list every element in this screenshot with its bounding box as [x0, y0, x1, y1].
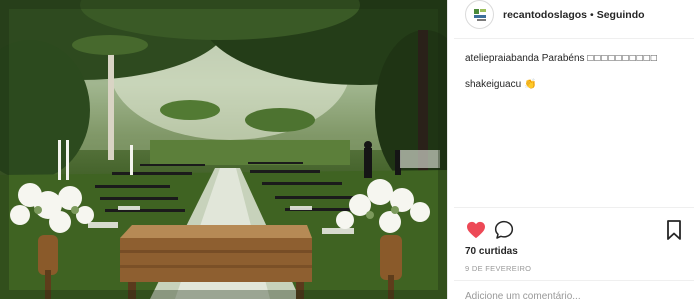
app-logo-icon: [473, 8, 486, 21]
header-divider: [454, 38, 694, 39]
comment-username[interactable]: ateliepraiabanda: [465, 53, 539, 64]
comment-item: ateliepraiabanda Parabéns □□□□□□□□□□: [465, 52, 691, 66]
comment-item: shakeiguacu 👏: [465, 78, 691, 92]
heart-icon: [467, 221, 485, 239]
post-header: recantodoslagos • Seguindo: [448, 0, 700, 30]
action-bar: [465, 219, 685, 241]
post-date: 9 DE FEVEREIRO: [465, 264, 532, 273]
bookmark-icon: [667, 220, 681, 240]
separator-dot: •: [590, 9, 594, 21]
save-button[interactable]: [663, 219, 685, 241]
comment-button[interactable]: [493, 219, 515, 241]
header-text: recantodoslagos • Seguindo: [503, 9, 645, 21]
avatar[interactable]: [465, 0, 494, 29]
comment-emoji: 👏: [523, 79, 537, 90]
wedding-scene-illustration: [0, 0, 447, 299]
comments-list: ateliepraiabanda Parabéns □□□□□□□□□□ sha…: [465, 52, 691, 104]
username-link[interactable]: recantodoslagos: [503, 9, 587, 21]
like-button[interactable]: [465, 219, 487, 241]
comment-divider: [454, 280, 694, 281]
actions-divider: [454, 207, 694, 208]
comment-icon: [494, 220, 514, 239]
comment-input[interactable]: [465, 288, 665, 299]
likes-count[interactable]: 70 curtidas: [465, 246, 518, 257]
comment-emoji: □□□□□□□□□□: [587, 53, 658, 64]
comment-username[interactable]: shakeiguacu: [465, 79, 521, 90]
comment-text: Parabéns: [541, 53, 585, 64]
follow-status-button[interactable]: Seguindo: [597, 9, 645, 21]
post-side-panel: recantodoslagos • Seguindo ateliepraiaband…: [448, 0, 700, 299]
post-photo[interactable]: [0, 0, 447, 299]
